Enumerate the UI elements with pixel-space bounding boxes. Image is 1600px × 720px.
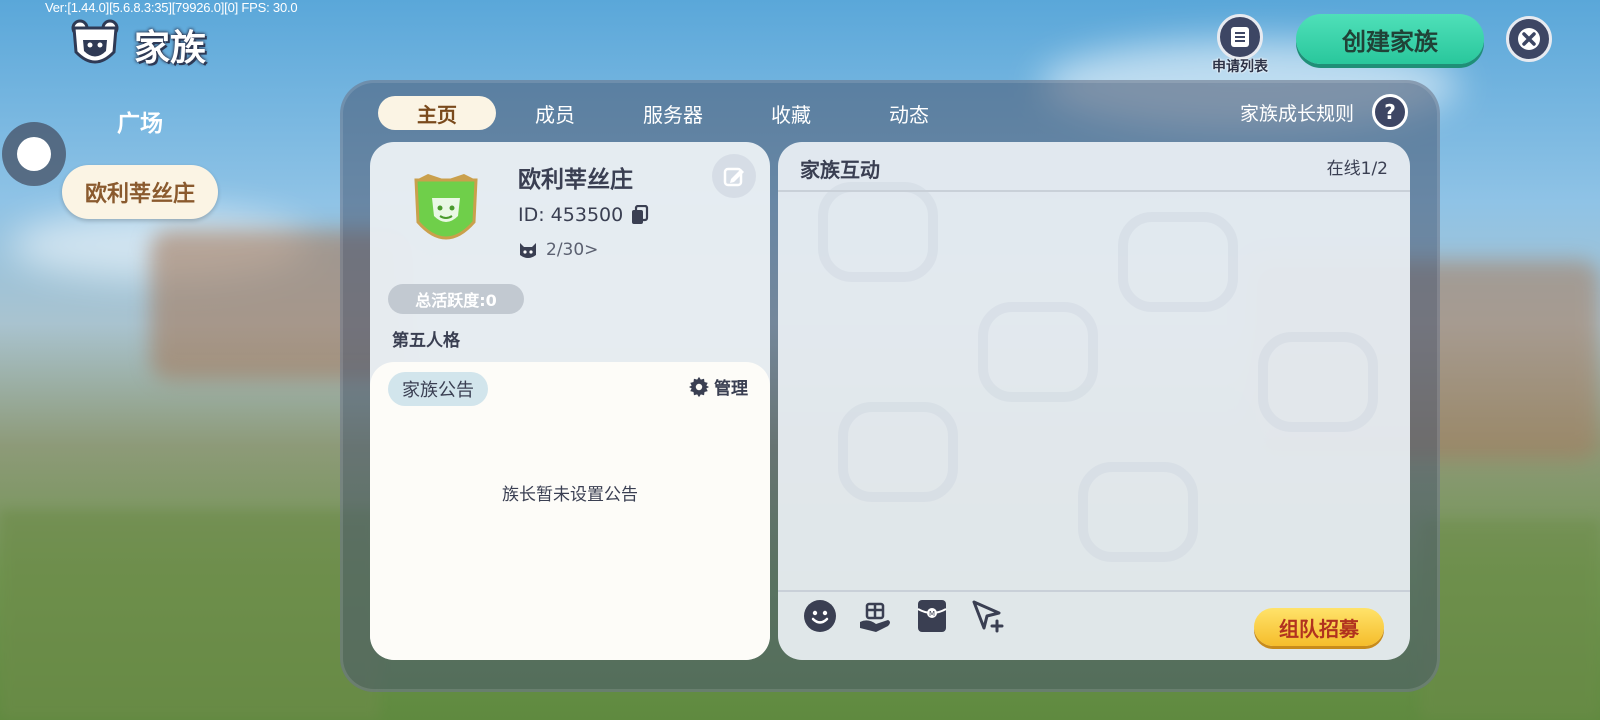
apply-list-label: 申请列表 <box>1212 59 1268 75</box>
notice-empty-text: 族长暂未设置公告 <box>502 485 638 505</box>
shield-bear-icon <box>68 18 122 72</box>
watermark-decoration <box>1258 332 1378 432</box>
gift-icon[interactable] <box>858 598 894 634</box>
divider <box>778 190 1410 192</box>
tab-server[interactable]: 服务器 <box>614 96 732 130</box>
tab-members[interactable]: 成员 <box>496 96 614 130</box>
send-location-icon[interactable] <box>970 598 1006 634</box>
sidebar-toggle-button[interactable] <box>2 122 66 186</box>
watermark-decoration <box>818 182 938 282</box>
chat-toolbar: M <box>802 598 1006 634</box>
list-icon <box>1217 14 1263 60</box>
activity-badge: 总活跃度:0 <box>388 284 524 314</box>
page-title: 家族 <box>134 28 207 69</box>
manage-button[interactable]: 管理 <box>688 374 748 399</box>
team-recruit-button[interactable]: 组队招募 <box>1254 608 1384 646</box>
family-name: 欧利莘丝庄 <box>518 167 633 193</box>
background-hill <box>1420 520 1600 720</box>
tab-favorites[interactable]: 收藏 <box>732 96 850 130</box>
member-icon <box>520 243 536 258</box>
member-count-text: 2/30> <box>546 240 599 260</box>
edit-button[interactable] <box>712 154 756 198</box>
debug-overlay: Ver:[1.44.0][5.6.8.3:35][79926.0][0] FPS… <box>45 0 298 15</box>
family-info-card: 欧利莘丝庄 ID: 453500 2/30> 总活跃度:0 第五人格 家族公告 … <box>370 142 770 660</box>
apply-list-button[interactable]: 申请列表 <box>1205 14 1275 76</box>
sidebar-item-plaza[interactable]: 广场 <box>100 104 180 138</box>
close-button[interactable] <box>1506 16 1552 62</box>
page-header: 家族 <box>68 18 206 72</box>
family-id-text: ID: 453500 <box>518 204 624 226</box>
growth-rules-link[interactable]: 家族成长规则 <box>1240 99 1354 126</box>
red-packet-icon[interactable]: M <box>914 598 950 634</box>
svg-text:M: M <box>929 610 935 618</box>
close-icon <box>1518 28 1540 50</box>
sidebar-item-family[interactable]: 欧利莘丝庄 <box>62 165 218 219</box>
tab-bar: 主页 成员 服务器 收藏 动态 <box>378 96 968 130</box>
edit-icon <box>723 167 744 187</box>
watermark-decoration <box>978 302 1098 402</box>
tab-home[interactable]: 主页 <box>378 96 496 130</box>
family-emblem-icon <box>410 172 482 252</box>
create-family-button[interactable]: 创建家族 <box>1296 14 1484 64</box>
watermark-decoration <box>838 402 958 502</box>
help-icon[interactable]: ? <box>1372 94 1408 130</box>
member-count[interactable]: 2/30> <box>518 240 598 260</box>
gear-icon <box>688 376 710 397</box>
notice-tag: 家族公告 <box>388 372 488 406</box>
divider <box>778 590 1410 592</box>
chat-title: 家族互动 <box>800 158 880 182</box>
manage-label: 管理 <box>714 379 748 399</box>
family-chat-card: 家族互动 在线1/2 M 组队招募 <box>778 142 1410 660</box>
copy-icon[interactable] <box>631 205 649 225</box>
family-tagline: 第五人格 <box>392 331 460 351</box>
watermark-decoration <box>1078 462 1198 562</box>
emoji-icon[interactable] <box>802 598 838 634</box>
watermark-decoration <box>1118 212 1238 312</box>
online-count: 在线1/2 <box>1326 159 1388 179</box>
background-hill <box>0 510 380 720</box>
toggle-dot-icon <box>17 137 51 171</box>
family-id: ID: 453500 <box>518 204 649 226</box>
notice-section: 家族公告 管理 族长暂未设置公告 <box>370 362 770 660</box>
tab-activity[interactable]: 动态 <box>850 96 968 130</box>
